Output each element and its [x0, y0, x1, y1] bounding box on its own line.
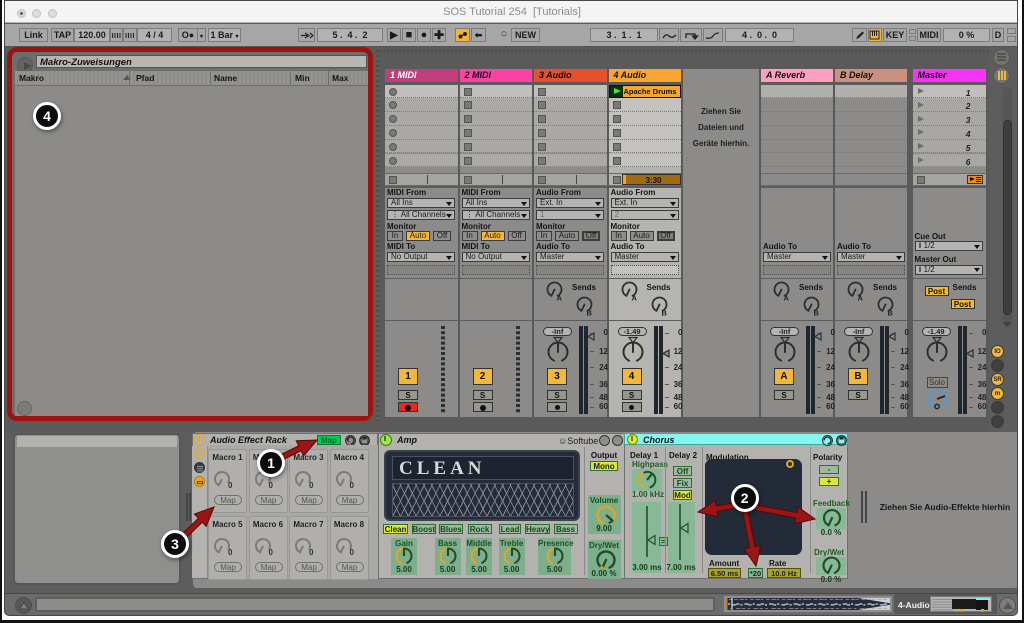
svg-text:A: A — [784, 294, 790, 303]
svg-text:A: A — [631, 294, 637, 303]
svg-text:B: B — [661, 309, 667, 318]
svg-text:B: B — [587, 309, 593, 318]
svg-text:A: A — [858, 294, 864, 303]
svg-text:A: A — [557, 294, 563, 303]
svg-text:B: B — [814, 309, 820, 318]
svg-text:B: B — [888, 309, 894, 318]
